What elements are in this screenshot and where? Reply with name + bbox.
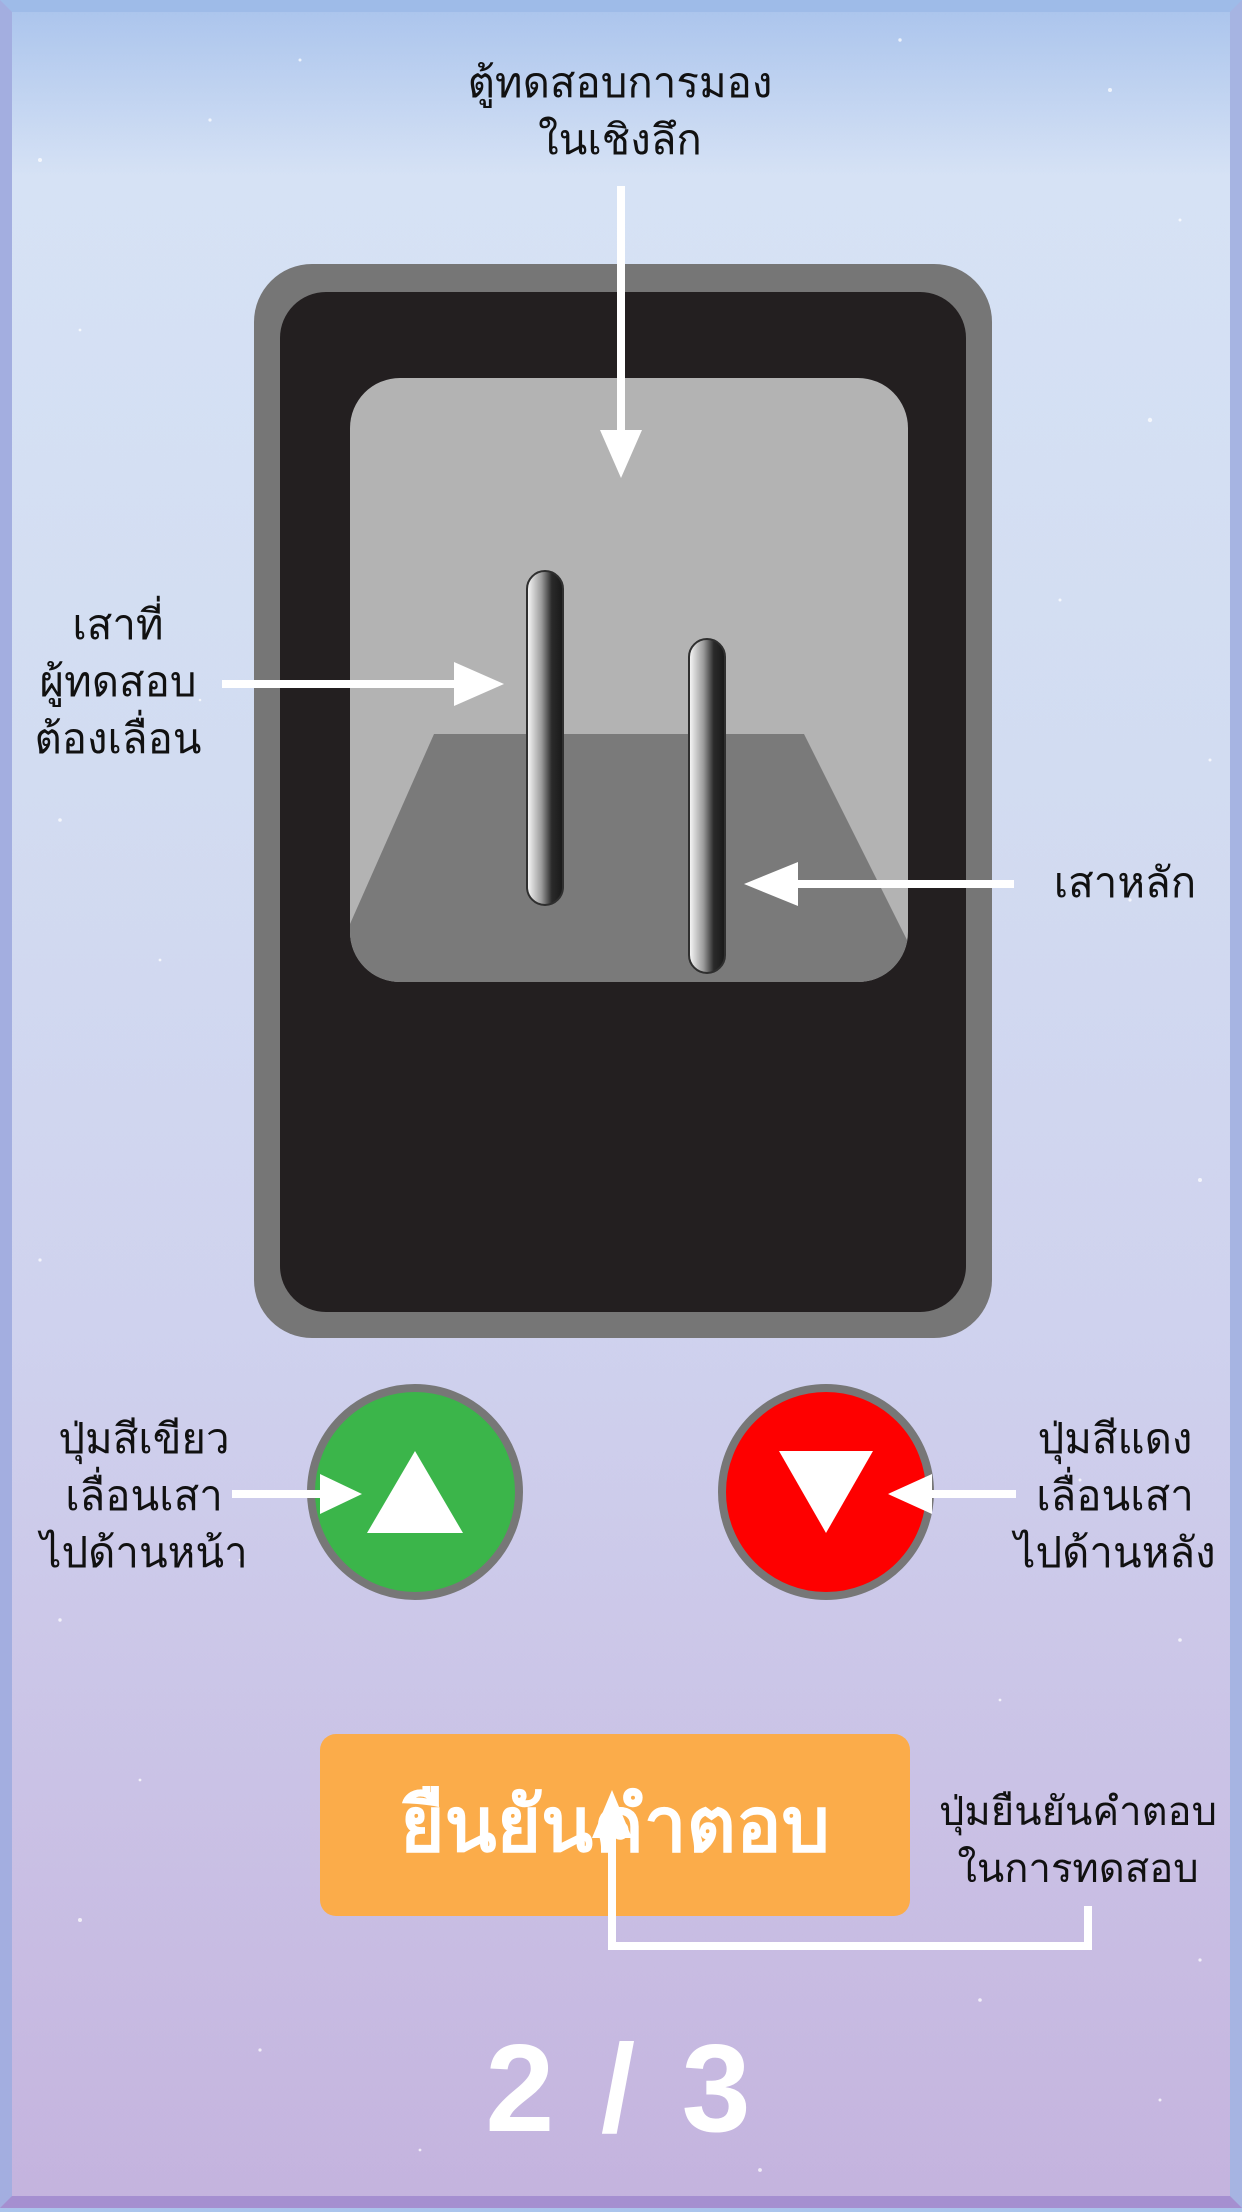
progress-counter: 2 / 3 xyxy=(485,2020,757,2158)
forward-green-button[interactable] xyxy=(307,1384,523,1600)
label-movable-rod: เสาที่ ผู้ทดสอบ ต้องเลื่อน xyxy=(34,600,202,763)
confirm-answer-label: ยืนยันคำตอบ xyxy=(400,1780,830,1869)
confirm-answer-button[interactable]: ยืนยันคำตอบ xyxy=(320,1734,910,1916)
triangle-down-icon xyxy=(779,1451,873,1533)
label-viewer-box: ตู้ทดสอบการมอง ในเชิงลึก xyxy=(467,58,773,164)
viewer-window xyxy=(350,378,908,982)
backward-red-button[interactable] xyxy=(718,1384,934,1600)
label-red-button: ปุ่มสีแดง เลื่อนเสา ไปด้านหลัง xyxy=(1014,1414,1216,1577)
movable-rod[interactable] xyxy=(526,570,564,906)
label-confirm-button: ปุ่มยืนยันคำตอบ ในการทดสอบ xyxy=(939,1789,1217,1892)
label-main-rod: เสาหลัก xyxy=(1053,858,1197,907)
main-rod xyxy=(688,638,726,974)
triangle-up-icon xyxy=(367,1451,463,1533)
label-green-button: ปุ่มสีเขียว เลื่อนเสา ไปด้านหน้า xyxy=(40,1414,248,1577)
viewer-floor xyxy=(350,734,908,982)
